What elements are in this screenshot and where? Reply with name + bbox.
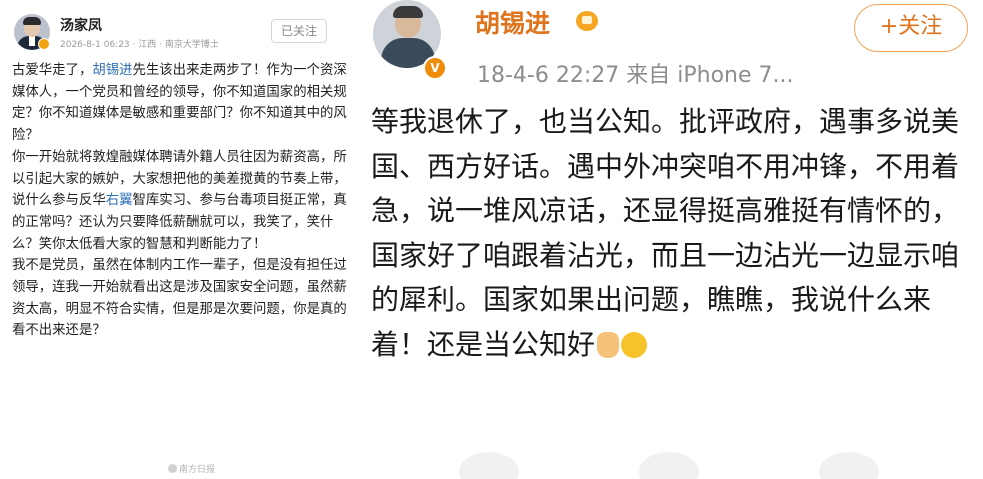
verified-badge-icon bbox=[38, 38, 50, 50]
divider bbox=[357, 0, 369, 479]
reaction-icon[interactable] bbox=[819, 452, 879, 479]
smile-emoji bbox=[621, 331, 648, 358]
right-post: V 胡锡进 18-4-6 22:27 来自 iPhone 7... +关注 等我… bbox=[369, 0, 983, 479]
topic-link[interactable]: 右翼 bbox=[106, 193, 133, 208]
paragraph-text: 古爱华走了， bbox=[12, 63, 93, 78]
post-body: 古爱华走了，胡锡进先生该出来走两步了！作为一个资深媒体人，一个党员和曾经的领导，… bbox=[12, 60, 348, 342]
reaction-icon[interactable] bbox=[459, 452, 519, 479]
post-paragraph: 我不是党员，虽然在体制内工作一辈子，但是没有担任过领导，连我一开始就看出这是涉及… bbox=[12, 255, 348, 342]
member-crown-icon bbox=[576, 11, 598, 31]
post-text: 等我退休了，也当公知。批评政府，遇事多说美国、西方好话。遇中外冲突咱不用冲锋，不… bbox=[371, 105, 960, 361]
topic-link[interactable]: 胡锡进 bbox=[92, 63, 132, 78]
follow-button[interactable]: 已关注 bbox=[271, 19, 327, 43]
author-name[interactable]: 汤家凤 bbox=[60, 15, 102, 35]
paragraph-text: 我不是党员，虽然在体制内工作一辈子，但是没有担任过领导，连我一开始就看出这是涉及… bbox=[12, 258, 347, 339]
post-paragraph: 古爱华走了，胡锡进先生该出来走两步了！作为一个资深媒体人，一个党员和曾经的领导，… bbox=[12, 60, 348, 147]
reaction-icon[interactable] bbox=[639, 452, 699, 479]
post-meta: 18-4-6 22:27 来自 iPhone 7... bbox=[477, 63, 794, 88]
follow-button[interactable]: +关注 bbox=[854, 4, 968, 52]
post-paragraph: 你一开始就将敦煌融媒体聘请外籍人员往因为薪资高，所以引起大家的嫉妒，大家想把他的… bbox=[12, 147, 348, 256]
thumbs-up-emoji bbox=[597, 331, 620, 358]
verified-badge-icon: V bbox=[423, 56, 447, 80]
left-post: 汤家凤 2026-8-1 06:23 · 江西 · 南京大学博士 已关注 古爱华… bbox=[0, 0, 357, 479]
post-body: 等我退休了，也当公知。批评政府，遇事多说美国、西方好话。遇中外冲突咱不用冲锋，不… bbox=[371, 100, 977, 367]
post-meta: 2026-8-1 06:23 · 江西 · 南京大学博士 bbox=[60, 40, 219, 50]
author-name[interactable]: 胡锡进 bbox=[475, 4, 550, 40]
watermark: 南方日报 bbox=[168, 462, 215, 475]
watermark-logo-icon bbox=[168, 464, 177, 473]
